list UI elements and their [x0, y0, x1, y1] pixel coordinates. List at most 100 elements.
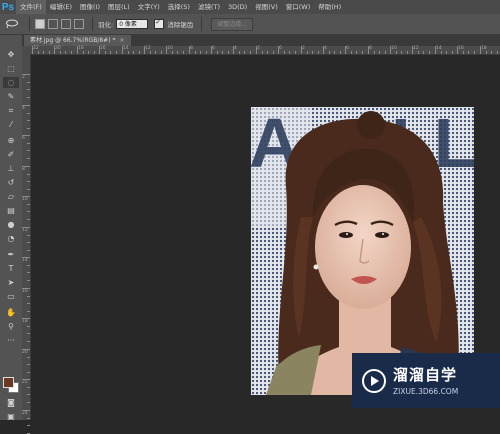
play-logo-icon — [362, 368, 386, 393]
ruler-tick — [22, 318, 30, 319]
ruler-vertical: 2 4 6 8 10 12 14 16 18 20 22 24 — [22, 54, 31, 434]
menu-type[interactable]: 文字(Y) — [134, 0, 164, 14]
eyedropper-tool-icon[interactable]: ⁄ — [3, 119, 19, 130]
ruler-tick — [368, 46, 369, 54]
ruler-corner — [22, 46, 30, 54]
menu-window[interactable]: 窗口(W) — [282, 0, 315, 14]
ruler-tick — [22, 196, 30, 197]
document-tab[interactable]: 素材.jpg @ 66.7%(RGB/8#) * × — [24, 35, 131, 46]
ruler-tick — [451, 51, 453, 54]
ruler-tick — [480, 46, 481, 54]
quick-select-tool-icon[interactable]: ✎ — [3, 91, 19, 102]
ruler-tick — [27, 340, 30, 342]
ruler-tick — [27, 150, 30, 152]
screen-mode-icon[interactable]: ▣ — [3, 411, 19, 422]
menu-3d[interactable]: 3D(D) — [224, 0, 251, 14]
ruler-tick — [491, 51, 493, 54]
ruler-tick — [435, 46, 436, 54]
add-selection-button[interactable] — [48, 19, 58, 29]
ruler-tick — [171, 51, 173, 54]
type-tool-icon[interactable]: T — [3, 263, 19, 274]
ruler-tick — [473, 51, 475, 54]
ruler-tick — [272, 51, 274, 54]
document-image[interactable]: A LL — [251, 107, 474, 395]
ruler-tick — [65, 51, 67, 54]
ruler-tick — [485, 51, 487, 54]
shape-tool-icon[interactable]: ▭ — [3, 291, 19, 302]
gradient-tool-icon[interactable]: ▤ — [3, 205, 19, 216]
menu-file[interactable]: 文件(F) — [16, 0, 46, 14]
feather-input[interactable]: 0 像素 — [116, 19, 149, 29]
ruler-tick — [127, 51, 129, 54]
ruler-tick — [27, 173, 30, 175]
ruler-tick — [166, 46, 167, 54]
feather-label: 羽化: — [98, 21, 114, 29]
watermark-url: ZIXUE.3D66.COM — [393, 386, 459, 396]
ruler-tick — [22, 105, 30, 106]
ruler-tick — [356, 51, 358, 54]
menu-select[interactable]: 选择(S) — [164, 0, 194, 14]
more-tools-icon[interactable]: ··· — [3, 335, 19, 346]
pen-tool-icon[interactable]: ✒ — [3, 249, 19, 260]
lasso-icon[interactable] — [0, 14, 24, 34]
ruler-number: 6 — [22, 136, 25, 141]
subtract-selection-button[interactable] — [61, 19, 71, 29]
hand-tool-icon[interactable]: ✋ — [3, 307, 19, 318]
divider — [201, 17, 203, 31]
intersect-selection-button[interactable] — [74, 19, 84, 29]
path-select-tool-icon[interactable]: ➤ — [3, 277, 19, 288]
ruler-tick — [339, 51, 341, 54]
ruler-tick — [27, 203, 30, 205]
refine-edge-button[interactable]: 调整边缘... — [211, 17, 253, 31]
photoshop-logo: Ps — [1, 1, 15, 13]
blur-tool-icon[interactable]: ● — [3, 219, 19, 230]
ruler-number: 8 — [22, 167, 25, 172]
clone-stamp-tool-icon[interactable]: ⊥ — [3, 163, 19, 174]
dodge-tool-icon[interactable]: ◔ — [3, 233, 19, 244]
ruler-tick — [244, 51, 246, 54]
move-tool-icon[interactable]: ✥ — [3, 49, 19, 60]
menu-edit[interactable]: 编辑(E) — [46, 0, 76, 14]
zoom-tool-icon[interactable]: ⚲ — [3, 321, 19, 332]
marquee-tool-icon[interactable]: ⬚ — [3, 63, 19, 74]
document-tab-bar: 素材.jpg @ 66.7%(RGB/8#) * × — [22, 35, 500, 46]
menu-image[interactable]: 图像(I) — [76, 0, 104, 14]
tools-panel: ✥ ⬚ ◌ ✎ ⌗ ⁄ ⊕ ✐ ⊥ ↺ ▱ ▤ ● ◔ ✒ T ➤ ▭ ✋ ⚲ … — [0, 35, 23, 420]
close-icon[interactable]: × — [119, 37, 124, 44]
ruler-tick — [22, 379, 30, 380]
ruler-tick — [27, 120, 30, 122]
crop-tool-icon[interactable]: ⌗ — [3, 105, 19, 116]
ruler-tick — [82, 51, 84, 54]
ruler-tick — [27, 96, 30, 98]
ruler-tick — [32, 46, 33, 54]
history-brush-tool-icon[interactable]: ↺ — [3, 177, 19, 188]
ruler-tick — [345, 46, 346, 54]
ruler-number: 0 — [279, 46, 282, 51]
brush-tool-icon[interactable]: ✐ — [3, 149, 19, 160]
quick-mask-icon[interactable]: ◙ — [3, 397, 19, 408]
menu-filter[interactable]: 滤镜(T) — [194, 0, 224, 14]
menu-view[interactable]: 视图(V) — [251, 0, 282, 14]
ruler-tick — [428, 51, 430, 54]
ruler-tick — [27, 371, 30, 373]
ruler-number: 4 — [22, 106, 25, 111]
antialias-checkbox[interactable] — [154, 18, 165, 29]
menu-help[interactable]: 帮助(H) — [314, 0, 345, 14]
ruler-number: 8 — [190, 46, 193, 51]
ruler-tick — [27, 211, 30, 213]
healing-brush-tool-icon[interactable]: ⊕ — [3, 135, 19, 146]
new-selection-button[interactable] — [35, 19, 45, 29]
ruler-tick — [384, 51, 386, 54]
menu-layer[interactable]: 图层(L) — [104, 0, 134, 14]
ruler-tick — [27, 295, 30, 297]
foreground-color-swatch[interactable] — [3, 377, 14, 388]
ruler-tick — [88, 51, 90, 54]
ruler-tick — [27, 325, 30, 327]
ruler-tick — [189, 46, 190, 54]
ruler-tick — [22, 410, 30, 411]
lasso-tool-icon[interactable]: ◌ — [3, 77, 19, 88]
ruler-tick — [77, 46, 78, 54]
ruler-tick — [43, 51, 45, 54]
ruler-tick — [149, 51, 151, 54]
eraser-tool-icon[interactable]: ▱ — [3, 191, 19, 202]
